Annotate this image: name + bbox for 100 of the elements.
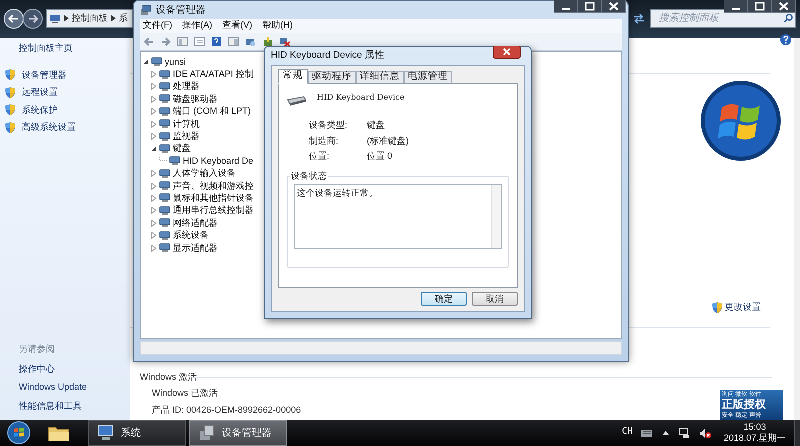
muted-speaker-icon[interactable] (698, 428, 712, 438)
close-button[interactable] (602, 0, 626, 13)
tree-item[interactable]: 磁盘驱动器 (173, 94, 218, 104)
uninstall-icon[interactable] (279, 36, 291, 46)
taskbar-button[interactable]: 设备管理器 (189, 420, 287, 446)
tab[interactable]: 常规 (278, 69, 308, 84)
show-hidden-icon[interactable] (662, 431, 669, 435)
maximize-button[interactable] (748, 0, 772, 13)
shield-icon (5, 69, 16, 82)
tree-item[interactable]: 处理器 (173, 82, 200, 92)
menu-item[interactable]: 查看(V) (222, 19, 252, 33)
taskbar-button[interactable]: 系统 (88, 420, 186, 446)
sidebar-link[interactable]: 远程设置 (22, 86, 58, 100)
properties-icon[interactable] (194, 36, 206, 46)
close-button[interactable] (772, 0, 796, 13)
collapsed-arrow-icon[interactable] (151, 244, 157, 252)
refresh-icon[interactable] (632, 12, 646, 25)
tree-item[interactable]: 键盘 (173, 144, 191, 154)
tree-item[interactable]: yunsi (165, 58, 186, 67)
close-button[interactable] (493, 46, 521, 59)
address-bar[interactable]: 控制面板 系 (46, 9, 133, 28)
minimize-button[interactable] (724, 0, 748, 13)
collapsed-arrow-icon[interactable] (151, 232, 157, 240)
collapsed-arrow-icon[interactable] (151, 194, 157, 202)
network-icon[interactable] (678, 428, 691, 438)
clock-date[interactable]: 2018.07.星期一 (724, 433, 786, 444)
section-heading: 另请参阅 (18, 343, 56, 356)
collapsed-arrow-icon[interactable] (151, 220, 157, 227)
tree-item[interactable]: 鼠标和其他指针设备 (173, 194, 254, 203)
sidebar-link[interactable]: 操作中心 (5, 362, 125, 376)
expanded-arrow-icon[interactable] (151, 146, 157, 152)
sidebar-link[interactable]: 系统保护 (22, 104, 58, 117)
taskbar-label: 设备管理器 (222, 426, 272, 440)
menu-item[interactable]: 帮助(H) (262, 19, 293, 33)
collapsed-arrow-icon[interactable] (151, 71, 157, 78)
minimize-button[interactable] (554, 0, 578, 13)
back-forward-buttons[interactable] (3, 8, 45, 30)
product-id: 产品 ID: 00426-OEM-8992662-00006 (152, 404, 302, 417)
dialog-button[interactable]: 确定 (421, 292, 467, 306)
change-settings-link[interactable]: 更改设置 (725, 301, 761, 314)
collapsed-arrow-icon[interactable] (151, 182, 157, 190)
device-icon (159, 94, 171, 104)
expanded-arrow-icon[interactable] (143, 59, 149, 66)
device-icon (159, 218, 171, 228)
sidebar-link[interactable]: Windows Update (5, 381, 125, 394)
tree-item[interactable]: IDE ATA/ATAPI 控制 (173, 70, 254, 80)
maximize-button[interactable] (578, 0, 602, 13)
menu-item[interactable]: 文件(F) (143, 19, 172, 33)
update-icon[interactable] (262, 36, 274, 46)
collapsed-arrow-icon[interactable] (151, 170, 157, 178)
group-label: 设备状态 (290, 170, 328, 183)
tree-item[interactable]: 网络适配器 (173, 218, 218, 228)
device-icon (159, 230, 171, 241)
panel-icon[interactable] (228, 36, 240, 46)
collapsed-arrow-icon[interactable] (151, 96, 157, 103)
back-icon[interactable] (143, 36, 155, 46)
collapsed-arrow-icon[interactable] (151, 133, 157, 140)
tree-item[interactable]: 人体学输入设备 (173, 169, 236, 178)
collapsed-arrow-icon[interactable] (151, 108, 157, 116)
tree-item[interactable]: 显示适配器 (173, 244, 218, 253)
tree-item[interactable]: 通用串行总线控制器 (173, 206, 254, 216)
breadcrumb-item[interactable]: 控制面板 (72, 12, 108, 26)
tab[interactable]: 详细信息 (356, 71, 404, 84)
tree-item[interactable]: 端口 (COM 和 LPT) (173, 107, 251, 116)
start-button[interactable] (6, 421, 32, 445)
forward-icon[interactable] (160, 36, 172, 46)
sidebar-link[interactable]: 性能信息和工具 (5, 400, 125, 413)
device-icon (159, 206, 171, 216)
keyboard-icon[interactable] (640, 428, 653, 438)
clock-time[interactable]: 15:03 (744, 422, 766, 433)
activation-status: Windows 已激活 (152, 387, 218, 400)
status-text: 这个设备运转正常。 (297, 188, 378, 198)
property-label: 制造商: (309, 134, 340, 148)
collapsed-arrow-icon[interactable] (151, 120, 157, 128)
help-icon[interactable] (211, 36, 223, 46)
breadcrumb-item[interactable]: 系 (119, 12, 128, 26)
collapsed-arrow-icon[interactable] (151, 207, 157, 214)
home-link[interactable]: 控制面板主页 (5, 42, 125, 56)
tree-item[interactable]: 监视器 (173, 132, 200, 142)
tree-item[interactable]: 声音、视频和游戏控 (173, 182, 254, 191)
language-indicator[interactable]: CH (622, 426, 633, 440)
property-value: 位置 0 (367, 150, 394, 163)
chevron-icon (64, 15, 69, 22)
sidebar-link[interactable]: 高级系统设置 (22, 121, 76, 134)
tab[interactable]: 电源管理 (404, 71, 452, 84)
help-icon[interactable] (780, 34, 792, 46)
menu-item[interactable]: 操作(A) (182, 19, 212, 33)
scan-icon[interactable] (245, 36, 257, 46)
tree-item[interactable]: 系统设备 (173, 231, 209, 240)
panel-icon[interactable] (177, 36, 189, 46)
badge-title: 正版授权 (722, 400, 767, 411)
tree-item[interactable]: HID Keyboard De (183, 156, 254, 166)
sidebar-link[interactable]: 设备管理器 (22, 68, 67, 82)
collapsed-arrow-icon[interactable] (151, 83, 157, 90)
dialog-button[interactable]: 取消 (472, 292, 518, 306)
tree-item[interactable]: 计算机 (173, 120, 200, 129)
device-icon (159, 168, 171, 179)
tab[interactable]: 驱动程序 (308, 71, 356, 84)
device-icon (159, 144, 171, 154)
scrollbar[interactable] (491, 184, 501, 248)
